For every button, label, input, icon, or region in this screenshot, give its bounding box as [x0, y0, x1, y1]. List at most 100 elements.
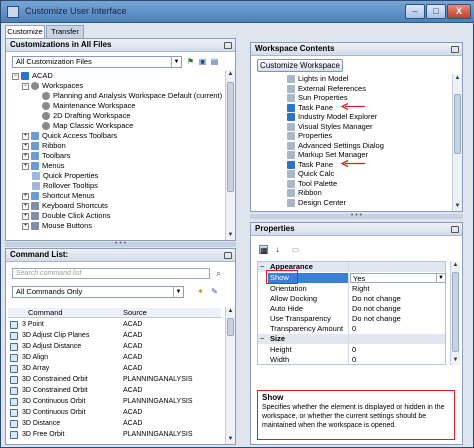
palette-icon — [287, 75, 295, 84]
property-row-allow-docking[interactable]: Allow Docking Do not change — [258, 294, 445, 304]
collapse-icon[interactable] — [451, 46, 459, 53]
scroll-down-icon[interactable]: ▼ — [226, 231, 235, 240]
table-row[interactable]: 3D Continuous Orbit PLANNINGANALYSIS — [8, 397, 221, 407]
table-row[interactable]: 3D Adjust Clip Planes ACAD — [8, 331, 221, 341]
command-search-input[interactable]: Search command list — [12, 268, 210, 279]
maximize-button[interactable]: □ — [426, 4, 446, 19]
scroll-down-icon[interactable]: ▼ — [226, 435, 235, 444]
tree-item-acad[interactable]: − ACAD — [12, 71, 53, 81]
workspace-item[interactable]: Industry Model Explorer — [287, 112, 377, 122]
scroll-thumb[interactable] — [452, 272, 459, 352]
command-list-header: Command List: — [6, 249, 235, 262]
categorized-icon[interactable]: ▦ — [259, 245, 268, 255]
workspace-item[interactable]: Quick Calc — [287, 169, 334, 179]
table-row[interactable]: 3D Constrained Orbit PLANNINGANALYSIS — [8, 375, 221, 385]
tree-item-2d-drafting-workspace[interactable]: 2D Drafting Workspace — [42, 111, 130, 121]
tree-item-maintenance-workspace[interactable]: Maintenance Workspace — [42, 101, 135, 111]
property-row-width[interactable]: Width 0 — [258, 355, 445, 365]
scroll-up-icon[interactable]: ▲ — [451, 261, 460, 270]
table-row[interactable]: 3D Continuous Orbit ACAD — [8, 408, 221, 418]
scroll-thumb[interactable] — [454, 94, 461, 154]
new-command-icon[interactable]: ✎ — [210, 287, 219, 296]
properties-scrollbar[interactable]: ▲ ▼ — [450, 261, 460, 365]
scroll-thumb[interactable] — [227, 82, 234, 192]
minimize-button[interactable]: – — [405, 4, 425, 19]
property-row-height[interactable]: Height 0 — [258, 345, 445, 355]
workspace-contents-tree: Lights in Model External References Sun … — [253, 74, 448, 211]
tree-item-keyboard-shortcuts[interactable]: + Keyboard Shortcuts — [22, 201, 108, 211]
property-pages-icon[interactable]: ▭ — [291, 245, 300, 254]
workspace-item[interactable]: Ribbon — [287, 188, 322, 198]
tree-item-workspaces[interactable]: − Workspaces — [22, 81, 83, 91]
workspace-item[interactable]: Lights in Model — [287, 74, 348, 84]
customizations-scrollbar[interactable]: ▲ ▼ — [225, 70, 235, 240]
workspace-contents-header: Workspace Contents — [251, 43, 462, 56]
workspace-item[interactable]: Advanced Settings Dialog — [287, 141, 384, 150]
table-row[interactable]: 3 Point ACAD — [8, 320, 221, 330]
scroll-up-icon[interactable]: ▲ — [453, 74, 462, 83]
command-list-scrollbar[interactable]: ▲ ▼ — [225, 307, 235, 444]
table-row[interactable]: 3D Distance ACAD — [8, 419, 221, 429]
property-value: 0 — [352, 345, 357, 354]
close-button[interactable]: X — [447, 4, 471, 19]
scroll-thumb[interactable] — [227, 318, 234, 336]
collapse-icon[interactable] — [224, 252, 232, 259]
sort-az-icon[interactable]: ↓ — [273, 245, 282, 254]
column-source[interactable]: Source — [123, 308, 147, 317]
load-icon[interactable]: ▤ — [210, 57, 219, 66]
star-icon[interactable]: ✶ — [196, 287, 205, 296]
search-icon[interactable]: ⌕ — [214, 269, 223, 278]
customization-filter-select[interactable]: All Customization Files ▼ — [12, 56, 182, 68]
table-row[interactable]: 3D Array ACAD — [8, 364, 221, 374]
scroll-up-icon[interactable]: ▲ — [226, 70, 235, 79]
property-row-transparency-amount[interactable]: Transparency Amount 0 — [258, 324, 445, 334]
scroll-down-icon[interactable]: ▼ — [451, 356, 460, 365]
workspace-item[interactable]: Properties — [287, 131, 332, 141]
tree-item-rollover-tooltips[interactable]: Rollover Tooltips — [32, 181, 98, 191]
tree-item-planning-workspace[interactable]: Planning and Analysis Workspace Default … — [42, 91, 222, 101]
collapse-icon[interactable] — [451, 226, 459, 233]
right-splitter[interactable]: • • • — [250, 212, 463, 219]
tree-item-quick-access-toolbars[interactable]: + Quick Access Toolbars — [22, 131, 117, 141]
tree-item-map-classic-workspace[interactable]: Map Classic Workspace — [42, 121, 133, 131]
property-row-orientation[interactable]: Orientation Right — [258, 284, 445, 294]
left-splitter[interactable]: • • • — [5, 240, 236, 247]
table-row[interactable]: 3D Align ACAD — [8, 353, 221, 363]
property-row-auto-hide[interactable]: Auto Hide Do not change — [258, 304, 445, 314]
command-filter-select[interactable]: All Commands Only ▼ — [12, 286, 184, 298]
property-value-select[interactable]: Yes ▼ — [350, 273, 446, 283]
table-row[interactable]: 3D Free Orbit PLANNINGANALYSIS — [8, 430, 221, 440]
command-icon — [10, 431, 18, 439]
title-bar[interactable]: Customize User Interface – □ X — [1, 1, 474, 23]
tree-item-menus[interactable]: + Menus — [22, 161, 65, 171]
customize-workspace-button[interactable]: Customize Workspace — [257, 59, 343, 72]
workspace-item[interactable]: Markup Set Manager — [287, 150, 368, 160]
tree-item-toolbars[interactable]: + Toolbars — [22, 151, 70, 161]
table-row[interactable]: 3D Adjust Distance ACAD — [8, 342, 221, 352]
workspace-item-task-pane-2[interactable]: Task Pane — [287, 160, 333, 169]
workspace-item[interactable]: Visual Styles Manager — [287, 122, 372, 131]
command-icon — [10, 321, 18, 329]
tab-customize[interactable]: Customize — [5, 25, 45, 38]
workspace-contents-scrollbar[interactable]: ▲ ▼ — [452, 74, 462, 211]
save-icon[interactable]: ▣ — [198, 57, 207, 66]
scroll-up-icon[interactable]: ▲ — [226, 307, 235, 316]
workspace-item[interactable]: Design Center — [287, 198, 346, 207]
workspace-item[interactable]: Sun Properties — [287, 93, 348, 103]
tree-item-ribbon[interactable]: + Ribbon — [22, 141, 66, 151]
property-row-use-transparency[interactable]: Use Transparency Do not change — [258, 314, 445, 324]
filter-icon[interactable]: ⚑ — [186, 57, 195, 66]
collapse-icon[interactable] — [224, 42, 232, 49]
workspace-item-task-pane-1[interactable]: Task Pane — [287, 103, 333, 112]
workspace-item[interactable]: External References — [287, 84, 366, 93]
tree-item-double-click-actions[interactable]: + Double Click Actions — [22, 211, 110, 221]
scroll-down-icon[interactable]: ▼ — [453, 202, 462, 211]
workspace-item[interactable]: Tool Palette — [287, 179, 337, 188]
property-category-size[interactable]: − Size — [258, 334, 445, 344]
column-command[interactable]: Command — [28, 308, 63, 317]
tab-transfer[interactable]: Transfer — [46, 25, 84, 38]
tree-item-quick-properties[interactable]: Quick Properties — [32, 171, 98, 181]
tree-item-shortcut-menus[interactable]: + Shortcut Menus — [22, 191, 95, 201]
tree-item-mouse-buttons[interactable]: + Mouse Buttons — [22, 221, 92, 231]
table-row[interactable]: 3D Constrained Orbit ACAD — [8, 386, 221, 396]
